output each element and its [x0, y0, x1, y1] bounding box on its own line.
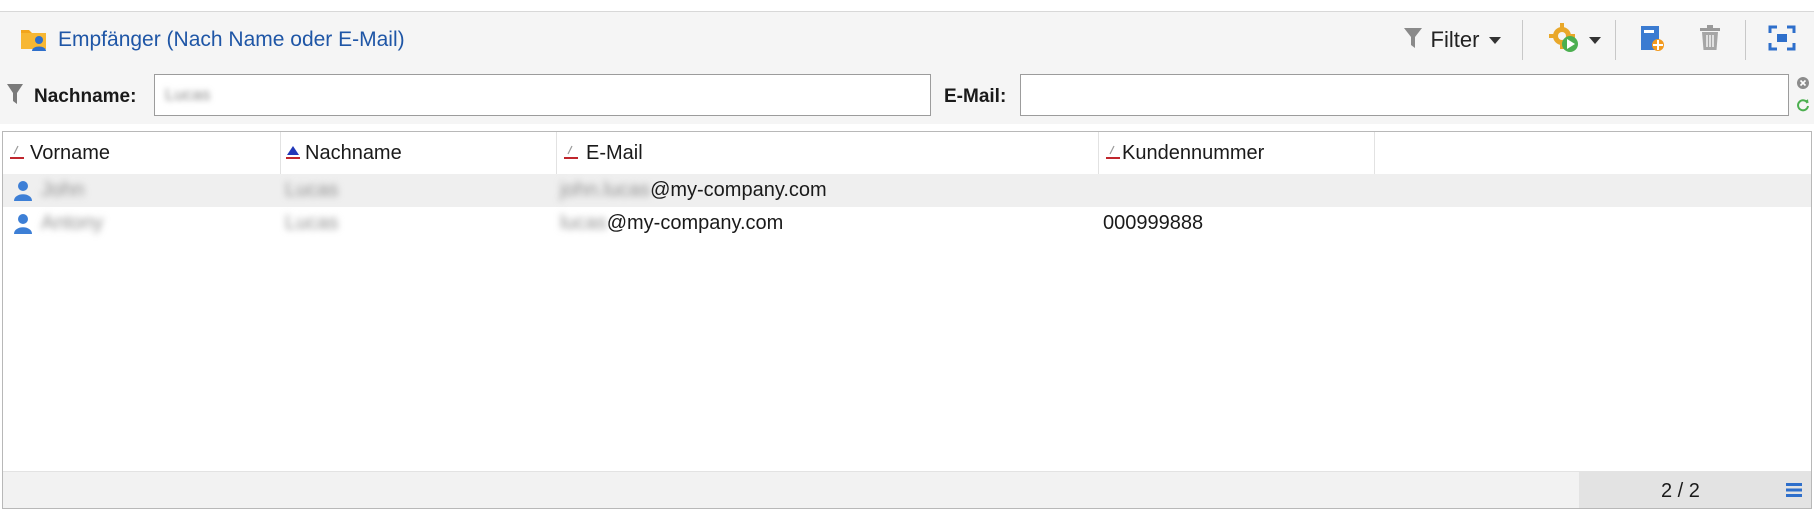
- refresh-icon[interactable]: [1796, 98, 1810, 117]
- lastname-filter-value: Lucas: [165, 85, 211, 104]
- sort-ascending-icon: [285, 142, 301, 165]
- new-recipient-button[interactable]: [1632, 22, 1672, 58]
- gear-play-icon: [1549, 22, 1579, 58]
- column-label: Nachname: [305, 141, 402, 164]
- new-recipient-icon: [1638, 23, 1666, 58]
- funnel-icon: [1403, 26, 1423, 55]
- funnel-icon: [6, 82, 24, 111]
- column-label: Kundennummer: [1122, 141, 1265, 164]
- person-icon: [13, 212, 33, 241]
- toolbar: Empfänger (Nach Name oder E-Mail) Filter: [0, 12, 1814, 68]
- lastname-filter-input[interactable]: Lucas: [154, 74, 931, 116]
- email-local-part: lucas: [560, 212, 607, 234]
- toolbar-separator: [1522, 20, 1523, 60]
- cell-lastname: Lucas: [285, 212, 339, 234]
- table-row[interactable]: Antony Lucas lucas @my-company.com 000999…: [3, 207, 1811, 240]
- email-domain: @my-company.com: [650, 179, 827, 201]
- actions-menu-button[interactable]: [1540, 22, 1610, 58]
- sort-indicator-icon: [8, 142, 24, 165]
- sort-indicator-icon: [562, 142, 578, 165]
- chevron-down-icon: [1589, 36, 1601, 44]
- lastname-filter-label: Nachname:: [34, 86, 137, 107]
- recipient-list: Vorname Nachname E-Mail Kundennummer Joh…: [2, 131, 1812, 509]
- clear-filter-icon[interactable]: [1796, 76, 1810, 95]
- fit-screen-icon: [1768, 25, 1796, 56]
- filter-label: Filter: [1430, 27, 1480, 52]
- column-menu-icon[interactable]: [1785, 481, 1803, 504]
- cell-email: lucas @my-company.com: [560, 207, 783, 240]
- cell-lastname: Lucas: [285, 179, 339, 201]
- table-row[interactable]: John Lucas john.lucas @my-company.com: [3, 174, 1811, 207]
- trash-icon: [1698, 24, 1722, 57]
- grid-status-bar: 2 / 2: [3, 471, 1811, 508]
- cell-customer-number: 000999888: [1103, 212, 1204, 234]
- column-label: Vorname: [30, 141, 111, 164]
- fit-screen-button[interactable]: [1762, 22, 1802, 58]
- filter-row: Nachname: Lucas E-Mail:: [0, 68, 1814, 124]
- sort-indicator-icon: [1104, 142, 1120, 165]
- toolbar-separator: [1745, 20, 1746, 60]
- cell-email: john.lucas @my-company.com: [560, 174, 827, 207]
- column-label: E-Mail: [586, 141, 643, 164]
- record-count-panel: 2 / 2: [1579, 472, 1811, 508]
- delete-button[interactable]: [1690, 22, 1730, 58]
- list-title-link[interactable]: Empfänger (Nach Name oder E-Mail): [20, 26, 405, 54]
- grid-header: Vorname Nachname E-Mail Kundennummer: [3, 132, 1811, 174]
- email-domain: @my-company.com: [606, 212, 784, 234]
- email-filter-input[interactable]: [1020, 74, 1789, 116]
- record-count: 2 / 2: [1661, 480, 1700, 502]
- email-local-part: john.lucas: [560, 179, 651, 201]
- toolbar-separator: [1615, 20, 1616, 60]
- cell-firstname: John: [41, 179, 85, 201]
- chevron-down-icon: [1489, 36, 1502, 44]
- column-header-email[interactable]: E-Mail: [557, 132, 1099, 174]
- column-header-firstname[interactable]: Vorname: [3, 132, 281, 174]
- column-header-customer-number[interactable]: Kundennummer: [1099, 132, 1375, 174]
- cell-firstname: Antony: [41, 212, 104, 234]
- email-filter-label: E-Mail:: [944, 86, 1007, 107]
- column-header-lastname[interactable]: Nachname: [281, 132, 557, 174]
- recipient-folder-icon: [20, 25, 48, 56]
- person-icon: [13, 179, 33, 208]
- list-title: Empfänger (Nach Name oder E-Mail): [58, 28, 405, 51]
- filter-button[interactable]: Filter: [1396, 22, 1508, 58]
